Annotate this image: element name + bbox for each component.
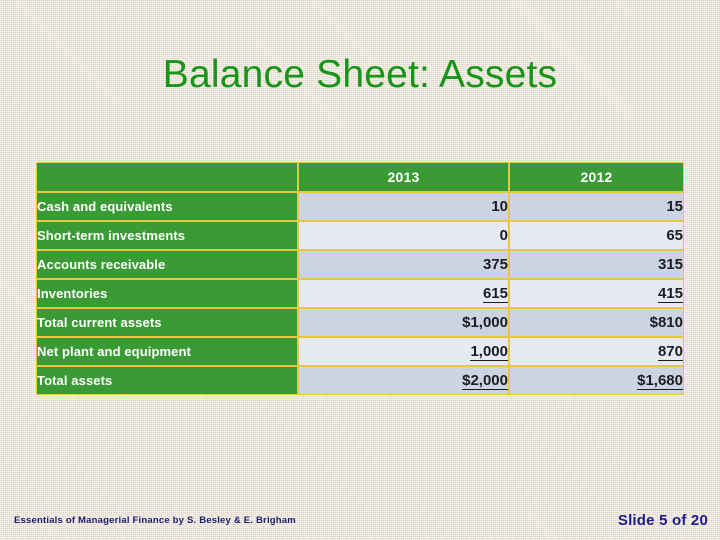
page-title: Balance Sheet: Assets: [162, 53, 558, 96]
value-text: 15: [666, 198, 683, 215]
value-text: 615: [482, 284, 508, 303]
slide-canvas: Balance Sheet: Assets 2013 2012 Cash and…: [0, 0, 720, 540]
value-text: 375: [482, 256, 508, 273]
value-text: 65: [666, 227, 683, 244]
value-text: $1,000: [462, 314, 508, 331]
row-label: Inventories: [36, 279, 298, 308]
row-value-2012: $1,680: [509, 366, 684, 395]
column-header-label-blank: [36, 162, 298, 192]
row-value-2013: $2,000: [298, 366, 509, 395]
row-label: Short-term investments: [36, 221, 298, 250]
row-label: Accounts receivable: [36, 250, 298, 279]
row-value-2013: 1,000: [298, 337, 509, 366]
row-label: Cash and equivalents: [36, 192, 298, 221]
column-header-2012: 2012: [509, 162, 684, 192]
row-value-2013: 0: [298, 221, 509, 250]
row-value-2012: 870: [509, 337, 684, 366]
table-body: Cash and equivalents 10 15 Short-term inves…: [36, 192, 684, 395]
row-value-2012: 65: [509, 221, 684, 250]
row-value-2012: 315: [509, 250, 684, 279]
value-text: $2,000: [462, 371, 508, 390]
table-row: Total assets $2,000 $1,680: [36, 366, 684, 395]
balance-sheet-assets-table: 2013 2012 Cash and equivalents 10 15 Short-…: [36, 162, 684, 395]
column-header-2013: 2013: [298, 162, 509, 192]
table-row: Total current assets $1,000 $810: [36, 308, 684, 337]
table-row: Cash and equivalents 10 15: [36, 192, 684, 221]
table-row: Net plant and equipment 1,000 870: [36, 337, 684, 366]
row-value-2013: 10: [298, 192, 509, 221]
row-value-2013: 615: [298, 279, 509, 308]
value-text: $1,680: [637, 371, 683, 390]
value-text: 0: [499, 227, 508, 244]
row-label: Net plant and equipment: [36, 337, 298, 366]
row-value-2012: 15: [509, 192, 684, 221]
table-row: Short-term investments 0 65: [36, 221, 684, 250]
row-value-2012: 415: [509, 279, 684, 308]
value-text: 870: [657, 342, 683, 361]
value-text: $810: [649, 314, 683, 331]
value-text: 10: [491, 198, 508, 215]
slide-number: Slide 5 of 20: [617, 512, 708, 529]
table-header: 2013 2012: [36, 162, 684, 192]
footer-credit: Essentials of Managerial Finance by S. B…: [14, 515, 296, 526]
value-text: 415: [657, 284, 683, 303]
table-row: Accounts receivable 375 315: [36, 250, 684, 279]
table-row: Inventories 615 415: [36, 279, 684, 308]
row-value-2013: 375: [298, 250, 509, 279]
value-text: 315: [657, 256, 683, 273]
row-label: Total current assets: [36, 308, 298, 337]
row-value-2012: $810: [509, 308, 684, 337]
row-label: Total assets: [36, 366, 298, 395]
row-value-2013: $1,000: [298, 308, 509, 337]
table-header-row: 2013 2012: [36, 162, 684, 192]
value-text: 1,000: [470, 342, 508, 361]
